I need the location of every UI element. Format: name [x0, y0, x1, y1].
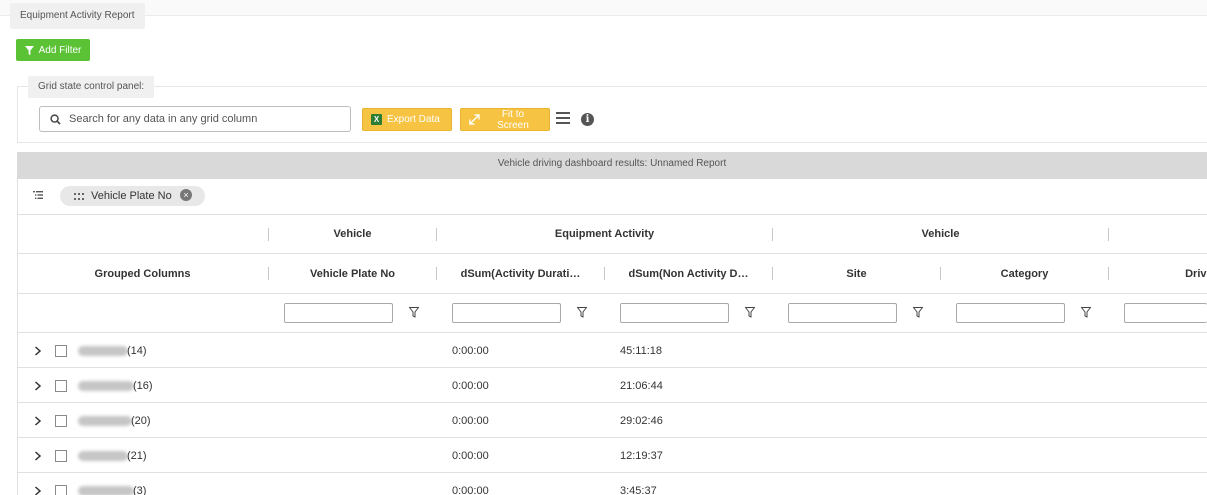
info-icon[interactable]: i: [581, 113, 594, 126]
export-data-label: Export Data: [387, 114, 440, 125]
column-separator: [1108, 228, 1109, 241]
report-tab[interactable]: Equipment Activity Report: [10, 3, 145, 29]
search-input[interactable]: [69, 113, 339, 125]
band-vehicle-2: Vehicle: [921, 228, 960, 240]
filter-input-non-activity-duration[interactable]: [620, 303, 729, 323]
chevron-right-icon[interactable]: [34, 451, 42, 461]
redacted-plate: [78, 346, 128, 356]
chevron-right-icon[interactable]: [34, 346, 42, 356]
chevron-right-icon[interactable]: [34, 381, 42, 391]
search-icon: [50, 113, 61, 125]
filter-input-category[interactable]: [956, 303, 1065, 323]
table-row[interactable]: [17, 333, 1207, 368]
hamburger-menu-icon[interactable]: [556, 112, 570, 124]
redacted-plate: [78, 486, 134, 495]
top-strip: [0, 0, 1207, 16]
chevron-right-icon[interactable]: [34, 416, 42, 426]
group-count: (21): [127, 450, 147, 462]
funnel-icon[interactable]: [1081, 307, 1091, 318]
close-circle-icon[interactable]: ×: [180, 189, 192, 201]
activity-duration-cell: 0:00:00: [452, 485, 489, 495]
activity-duration-cell: 0:00:00: [452, 345, 489, 357]
filter-input-driver[interactable]: [1124, 303, 1207, 323]
filter-input-site[interactable]: [788, 303, 897, 323]
funnel-icon[interactable]: [577, 307, 587, 318]
table-row[interactable]: [17, 368, 1207, 403]
header-vehicle-plate-no[interactable]: Vehicle Plate No: [269, 254, 436, 294]
funnel-icon[interactable]: [409, 307, 419, 318]
row-checkbox[interactable]: [55, 485, 67, 495]
group-count: (14): [127, 345, 147, 357]
group-count: (3): [133, 485, 147, 495]
non-activity-duration-cell: 21:06:44: [620, 380, 663, 392]
search-box[interactable]: [39, 106, 351, 132]
export-data-button[interactable]: X Export Data: [362, 108, 452, 131]
drag-grip-icon: [74, 192, 84, 200]
row-checkbox[interactable]: [55, 450, 67, 462]
header-driver[interactable]: Driver: [1109, 254, 1207, 294]
chevron-right-icon[interactable]: [34, 486, 42, 495]
add-filter-label: Add Filter: [38, 44, 82, 56]
grid-title: Vehicle driving dashboard results: Unnam…: [17, 152, 1207, 179]
activity-duration-cell: 0:00:00: [452, 450, 489, 462]
row-checkbox[interactable]: [55, 345, 67, 357]
band-vehicle: Vehicle: [333, 228, 372, 240]
filter-icon: [24, 45, 34, 55]
redacted-plate: [78, 381, 134, 391]
non-activity-duration-cell: 45:11:18: [620, 345, 663, 357]
table-row[interactable]: [17, 438, 1207, 473]
activity-duration-cell: 0:00:00: [452, 380, 489, 392]
header-non-activity-duration[interactable]: dSum(Non Activity D…: [605, 254, 772, 294]
fit-to-screen-label: Fit to Screen: [497, 108, 529, 131]
excel-icon: X: [371, 114, 382, 125]
funnel-icon[interactable]: [745, 307, 755, 318]
fit-to-screen-button[interactable]: Fit to Screen: [460, 108, 550, 131]
header-category[interactable]: Category: [941, 254, 1108, 294]
non-activity-duration-cell: 29:02:46: [620, 415, 663, 427]
non-activity-duration-cell: 3:45:37: [620, 485, 657, 495]
funnel-icon[interactable]: [913, 307, 923, 318]
group-count: (20): [131, 415, 151, 427]
row-checkbox[interactable]: [55, 380, 67, 392]
add-filter-button[interactable]: Add Filter: [16, 39, 90, 61]
filter-input-activity-duration[interactable]: [452, 303, 561, 323]
expand-arrows-icon: [469, 114, 480, 125]
header-grouped-columns[interactable]: Grouped Columns: [17, 254, 268, 294]
row-checkbox[interactable]: [55, 415, 67, 427]
filter-input-vehicle-plate-no[interactable]: [284, 303, 393, 323]
non-activity-duration-cell: 12:19:37: [620, 450, 663, 462]
activity-duration-cell: 0:00:00: [452, 415, 489, 427]
group-chip-label: Vehicle Plate No: [91, 190, 172, 202]
header-site[interactable]: Site: [773, 254, 940, 294]
header-activity-duration[interactable]: dSum(Activity Durati…: [437, 254, 604, 294]
table-row[interactable]: [17, 473, 1207, 495]
table-row[interactable]: [17, 403, 1207, 438]
redacted-plate: [78, 451, 128, 461]
group-list-icon[interactable]: [33, 190, 43, 200]
panel-legend: Grid state control panel:: [28, 76, 155, 98]
band-equipment-activity: Equipment Activity: [554, 228, 655, 240]
redacted-plate: [78, 416, 132, 426]
group-count: (16): [133, 380, 153, 392]
